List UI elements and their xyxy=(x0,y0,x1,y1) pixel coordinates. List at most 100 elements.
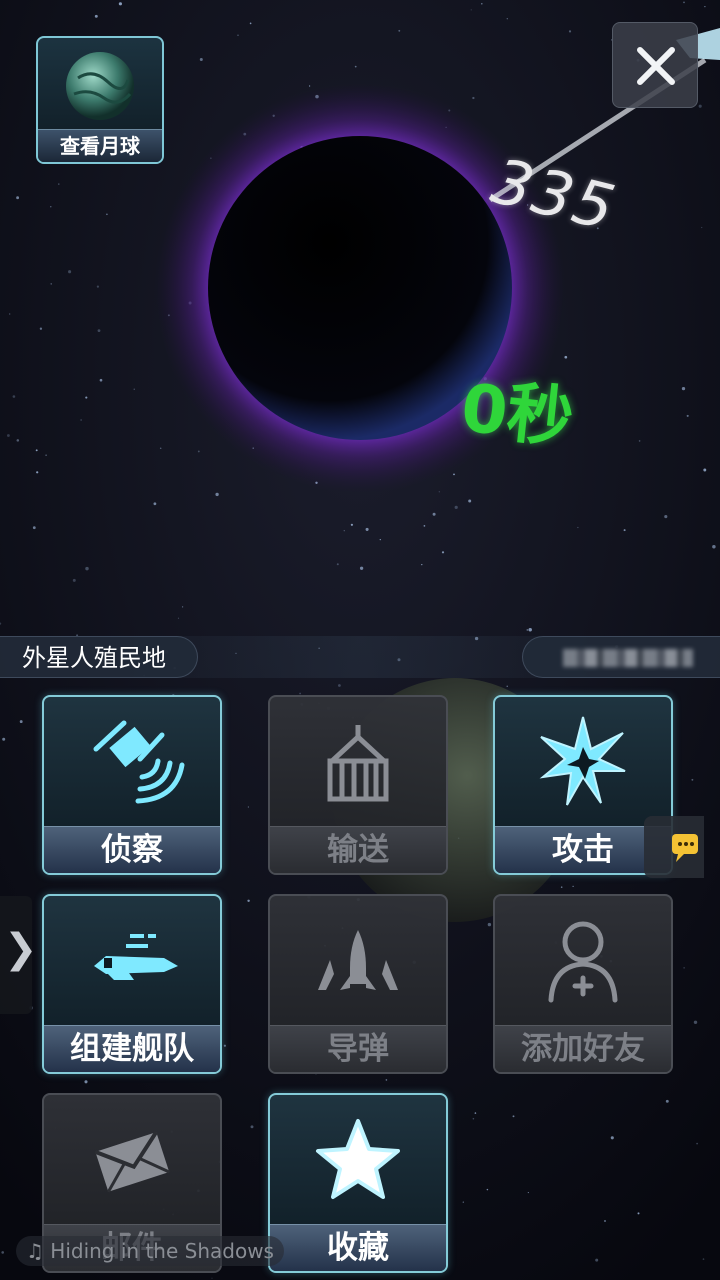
star-dot xyxy=(577,526,579,529)
moon-thumbnail-icon xyxy=(66,52,134,120)
star-dot xyxy=(211,1277,213,1279)
star-dot xyxy=(603,1219,607,1223)
star-dot xyxy=(472,96,475,100)
star-dot xyxy=(181,606,184,608)
star-dot xyxy=(564,355,568,359)
star-dot xyxy=(665,1099,669,1103)
star-dot xyxy=(39,327,43,330)
star-dot xyxy=(423,525,426,527)
chat-button[interactable] xyxy=(644,816,704,878)
star-dot xyxy=(336,563,339,566)
star-dot xyxy=(106,213,108,216)
star-dot xyxy=(702,1258,705,1260)
favorite-button[interactable]: 收藏 xyxy=(268,1093,448,1273)
star-dot xyxy=(250,1125,254,1129)
star-icon xyxy=(316,1119,400,1199)
star-dot xyxy=(693,1020,698,1025)
star-dot xyxy=(237,34,239,36)
star-dot xyxy=(560,886,563,888)
star-dot xyxy=(474,1112,477,1114)
side-panel-toggle[interactable]: ❯ xyxy=(0,896,38,1014)
star-dot xyxy=(16,439,20,442)
star-dot xyxy=(704,5,706,8)
scout-label: 侦察 xyxy=(44,826,220,873)
star-dot xyxy=(572,885,574,888)
owner-name-redacted xyxy=(563,649,693,667)
star-dot xyxy=(472,1117,475,1120)
star-dot xyxy=(712,544,716,549)
star-dot xyxy=(486,1188,489,1191)
star-dot xyxy=(703,468,707,472)
star-dot xyxy=(468,499,472,503)
star-dot xyxy=(683,967,685,969)
star-dot xyxy=(247,899,250,903)
spaceship-icon xyxy=(94,934,178,980)
star-dot xyxy=(438,491,440,493)
star-dot xyxy=(153,502,157,506)
star-dot xyxy=(197,450,200,453)
star-dot xyxy=(506,685,508,687)
view-moon-button[interactable]: 查看月球 xyxy=(36,36,164,164)
star-dot xyxy=(379,538,381,541)
star-dot xyxy=(118,2,122,6)
star-dot xyxy=(215,492,219,497)
star-dot xyxy=(365,527,369,531)
star-dot xyxy=(68,270,72,274)
star-dot xyxy=(683,1,685,4)
star-dot xyxy=(462,1201,464,1203)
star-dot xyxy=(453,473,455,476)
star-dot xyxy=(32,526,36,530)
star-dot xyxy=(72,578,76,582)
countdown-timer: 0秒 xyxy=(457,369,578,458)
star-dot xyxy=(223,1044,226,1047)
star-dot xyxy=(6,434,10,437)
star-dot xyxy=(35,449,38,452)
star-dot xyxy=(133,388,135,390)
star-dot xyxy=(85,396,88,399)
scout-button[interactable]: 侦察 xyxy=(42,695,222,875)
star-dot xyxy=(664,515,668,519)
star-dot xyxy=(595,1258,599,1262)
build-fleet-button[interactable]: 组建舰队 xyxy=(42,894,222,1074)
star-dot xyxy=(45,454,47,457)
star-dot xyxy=(80,419,82,421)
star-dot xyxy=(398,29,401,32)
star-dot xyxy=(9,313,11,315)
star-dot xyxy=(94,14,98,18)
star-dot xyxy=(159,447,162,449)
star-dot xyxy=(481,2,483,5)
star-dot xyxy=(84,1080,88,1084)
star-dot xyxy=(308,85,311,87)
star-dot xyxy=(637,1212,640,1215)
star-dot xyxy=(623,529,626,532)
star-dot xyxy=(701,226,703,229)
star-dot xyxy=(385,1079,388,1081)
close-button[interactable] xyxy=(612,22,698,108)
chat-bubble-icon xyxy=(672,834,698,862)
star-dot xyxy=(2,737,6,741)
planet-name-label: 外星人殖民地 xyxy=(0,636,198,678)
star-dot xyxy=(526,629,529,631)
star-dot xyxy=(354,65,357,68)
star-dot xyxy=(512,1115,515,1118)
star-dot xyxy=(470,9,472,11)
star-dot xyxy=(96,285,99,288)
add-friend-icon xyxy=(548,921,618,1003)
transport-button[interactable]: 输送 xyxy=(268,695,448,875)
star-dot xyxy=(1,1251,5,1254)
transport-label: 输送 xyxy=(270,826,446,873)
missile-button[interactable]: 导弹 xyxy=(268,894,448,1074)
star-dot xyxy=(199,58,203,61)
add-friend-button[interactable]: 添加好友 xyxy=(493,894,673,1074)
star-dot xyxy=(36,471,39,474)
star-dot xyxy=(527,1192,529,1194)
star-dot xyxy=(58,183,60,185)
missile-label: 导弹 xyxy=(270,1025,446,1072)
star-dot xyxy=(691,778,694,781)
star-dot xyxy=(249,22,252,25)
star-dot xyxy=(681,386,686,391)
star-dot xyxy=(638,440,641,442)
star-dot xyxy=(338,684,341,687)
now-playing-ticker: ♫ Hiding in the Shadows xyxy=(16,1236,284,1266)
star-dot xyxy=(177,617,180,619)
